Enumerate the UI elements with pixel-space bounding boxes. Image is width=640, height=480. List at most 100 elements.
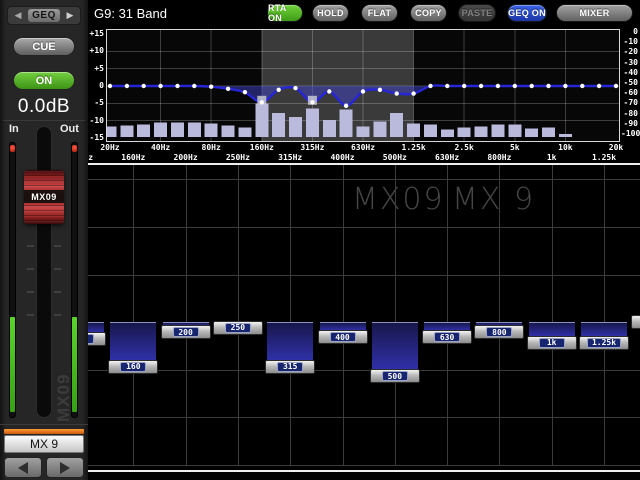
rta-on-button[interactable]: RTA ON (267, 4, 303, 22)
rta-bar (171, 122, 184, 137)
geq-fader-freq-plate: 400 (330, 332, 356, 342)
watermark-channel-id: MX09 (352, 182, 445, 217)
band-gain-dot (411, 91, 415, 95)
rta-bar (458, 128, 471, 138)
geq-fader-fill-160 (110, 322, 156, 360)
fader-band-freq-label: 500Hz (375, 153, 415, 162)
geq-next-arrow-icon[interactable]: ▶ (60, 10, 80, 21)
band-gain-dot (293, 86, 297, 90)
rta-bar (475, 127, 488, 138)
fader-band-freq-label: 800Hz (479, 153, 519, 162)
geq-fader-freq-plate: 630 (434, 332, 460, 342)
band-gain-dot (597, 84, 601, 88)
y-axis-left-label: 0 (88, 81, 104, 90)
fader-scale-tick (27, 291, 34, 293)
band-gain-dot (361, 89, 365, 93)
band-gain-dot (142, 84, 146, 88)
fader-gridline-vertical (133, 165, 134, 466)
fader-gridline-horizontal (88, 465, 640, 466)
band-gain-dot (158, 84, 162, 88)
geq-graph[interactable] (106, 29, 620, 142)
prev-channel-button[interactable] (4, 457, 42, 478)
band-gain-dot (462, 84, 466, 88)
y-axis-right-label: 0 (621, 27, 638, 36)
geq-fader-freq-plate: 800 (486, 327, 512, 337)
band-gain-dot (327, 89, 331, 93)
geq-fader-fill-500 (372, 322, 418, 369)
y-axis-right-label: -10 (621, 37, 638, 46)
hold-button[interactable]: HOLD (312, 4, 349, 22)
fader-band-freq-label: 315Hz (270, 153, 310, 162)
band-gain-dot (108, 84, 112, 88)
band-gain-dot (192, 84, 196, 88)
rta-bar (137, 124, 150, 137)
x-axis-label: 160Hz (242, 143, 282, 152)
rta-bar (107, 127, 117, 138)
y-axis-right-label: -50 (621, 78, 638, 87)
meter-out-label: Out (60, 123, 79, 135)
page-title: G9: 31 Band (94, 6, 167, 21)
rta-bar (559, 134, 572, 137)
x-axis-label: 5k (495, 143, 535, 152)
fader-gridline-vertical (186, 165, 187, 466)
band-gain-dot (378, 88, 382, 92)
copy-button[interactable]: COPY (410, 4, 447, 22)
band-gain-dot (580, 84, 584, 88)
geq-fader-freq-plate: 125 (88, 334, 94, 344)
fader-gridline-horizontal (88, 179, 640, 180)
on-button[interactable]: ON (13, 71, 75, 90)
geq-fader-handle-200[interactable]: 200 (161, 325, 211, 339)
fader-scale-tick (54, 291, 61, 293)
peak-led (10, 145, 15, 152)
divider (0, 424, 88, 425)
geq-fader-handle-800[interactable]: 800 (474, 325, 524, 339)
geq-fader-handle-250[interactable]: 250 (213, 321, 263, 335)
geq-fader-handle-1k[interactable]: 1k (527, 336, 577, 350)
y-axis-right-label: -80 (621, 109, 638, 118)
geq-fader-handle-160[interactable]: 160 (108, 360, 158, 374)
channel-fader-knob[interactable]: MX09 (24, 170, 64, 224)
channel-id-watermark: MX09 (54, 352, 72, 422)
fader-gridline-vertical (552, 165, 553, 466)
rta-bar (525, 129, 538, 137)
fader-band-freq-label: 250Hz (218, 153, 258, 162)
geq-prev-arrow-icon[interactable]: ◀ (8, 10, 28, 21)
band-gain-dot (428, 84, 432, 88)
geq-fader-handle-1.25k[interactable]: 1.25k (579, 336, 629, 350)
fader-gridline-horizontal (88, 227, 640, 228)
band-gain-dot (209, 85, 213, 89)
fader-gridline-horizontal (88, 370, 640, 371)
geq-fader-handle-1.6k[interactable]: 1.6k (631, 315, 640, 329)
divider (88, 163, 640, 165)
x-axis-label: 315Hz (292, 143, 332, 152)
geq-selector-button[interactable]: GEQ (28, 9, 60, 22)
rta-bar (424, 124, 437, 137)
x-axis-label: 80Hz (191, 143, 231, 152)
y-axis-left-label: -15 (88, 133, 104, 142)
geq-fader-freq-plate: 500 (382, 371, 408, 381)
channel-sidebar: ◀ GEQ ▶ CUE ON 0.0dB In Out MX09 MX09 (0, 0, 88, 480)
y-axis-left-label: +10 (88, 46, 104, 55)
rta-bar (491, 124, 504, 137)
fader-scale-tick (54, 268, 61, 270)
mixer-button[interactable]: MIXER (556, 4, 633, 22)
fader-scale-tick (54, 245, 61, 247)
geq-fader-fill-1.25k (581, 322, 627, 336)
x-axis-label: 20k (596, 143, 636, 152)
rta-bar (272, 113, 285, 137)
geq-fader-handle-315[interactable]: 315 (265, 360, 315, 374)
band-gain-dot (277, 88, 281, 92)
cue-button[interactable]: CUE (13, 37, 75, 56)
geq-fader-handle-500[interactable]: 500 (370, 369, 420, 383)
flat-button[interactable]: FLAT (361, 4, 398, 22)
geq-fader-handle-400[interactable]: 400 (318, 330, 368, 344)
geq-fader-handle-125[interactable]: 125 (88, 332, 106, 346)
next-channel-button[interactable] (46, 457, 84, 478)
rta-bar (340, 110, 353, 137)
geq-on-button[interactable]: GEQ ON (507, 4, 547, 22)
geq-fader-handle-630[interactable]: 630 (422, 330, 472, 344)
x-axis-label: 20Hz (90, 143, 130, 152)
band-gain-dot (243, 90, 247, 94)
fader-band-freq-label: 630Hz (427, 153, 467, 162)
rta-bar (222, 126, 235, 138)
